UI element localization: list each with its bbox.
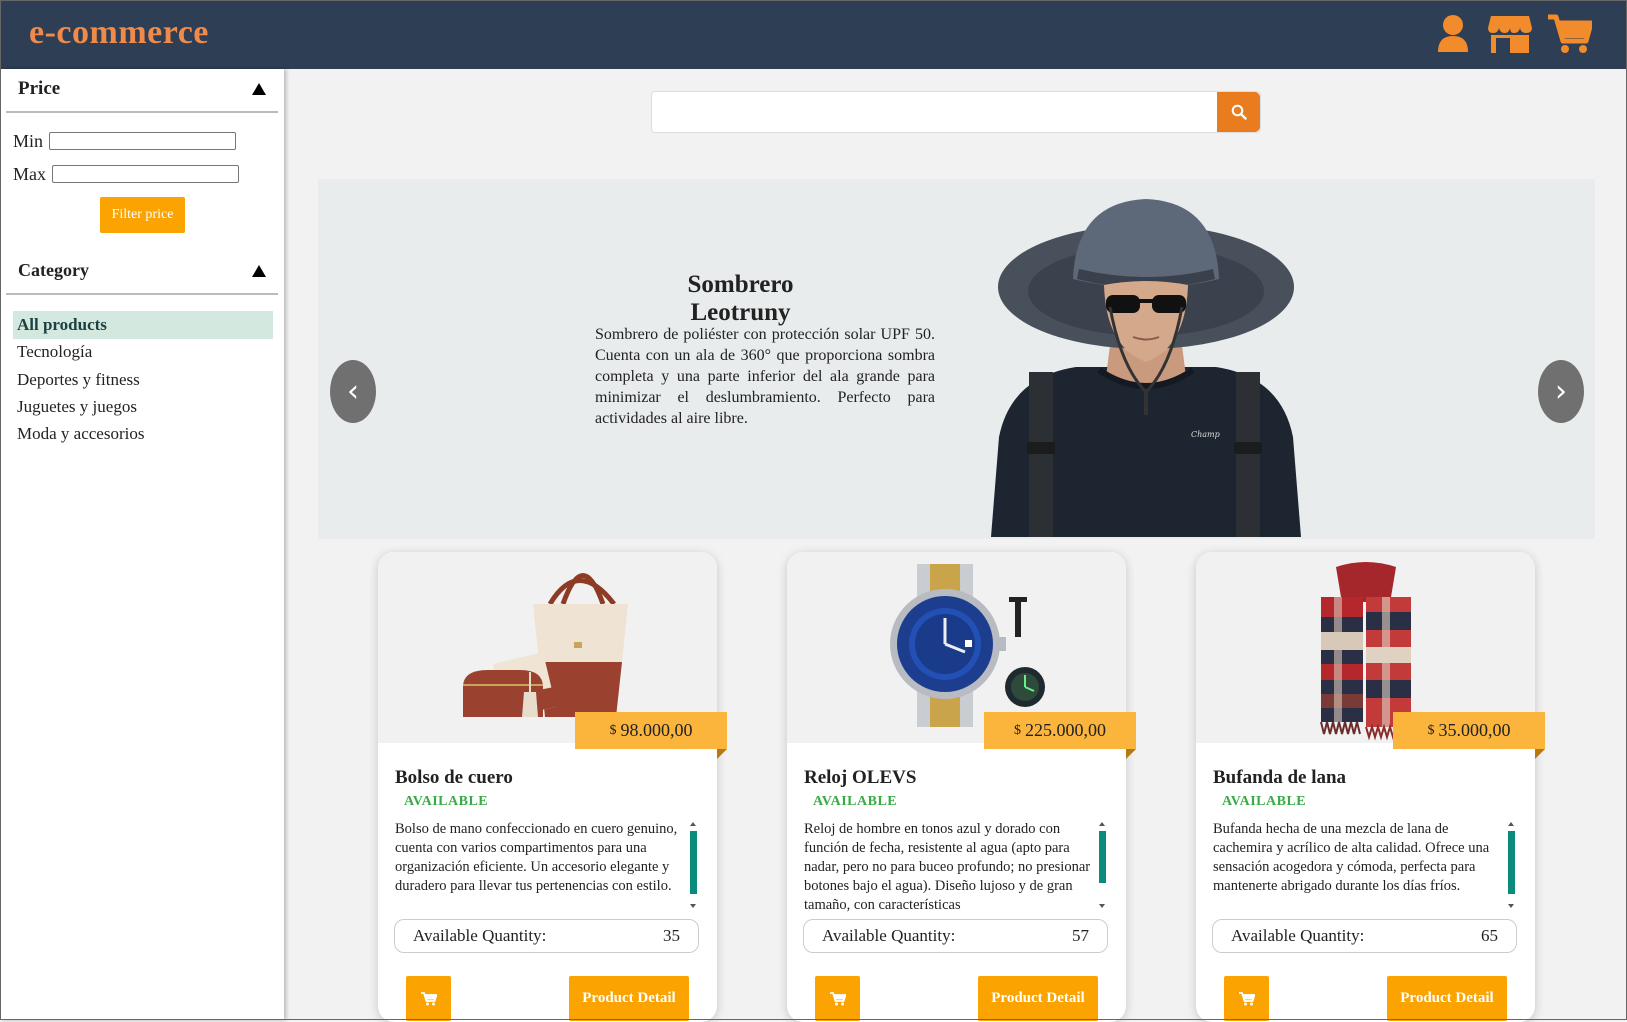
max-label: Max bbox=[13, 164, 46, 184]
category-item-tecnologia[interactable]: Tecnología bbox=[13, 338, 273, 366]
currency-symbol: $ bbox=[1014, 722, 1021, 738]
carousel-prev-button[interactable]: ‹ bbox=[330, 360, 376, 423]
user-icon[interactable] bbox=[1436, 14, 1470, 54]
product-card: $ 98.000,00 Bolso de cuero AVAILABLE Bol… bbox=[378, 552, 727, 1022]
price-value: 98.000,00 bbox=[620, 720, 693, 740]
product-card: $ 35.000,00 Bufanda de lana AVAILABLE Bu… bbox=[1196, 552, 1545, 1022]
cart-icon bbox=[829, 991, 846, 1005]
price-tag-fold bbox=[717, 749, 727, 759]
carousel-next-button[interactable]: › bbox=[1538, 360, 1584, 423]
carousel-description: Sombrero de poliéster con protección sol… bbox=[595, 326, 935, 427]
availability-badge: AVAILABLE bbox=[813, 794, 898, 809]
scroll-up-icon[interactable] bbox=[1508, 822, 1514, 826]
filter-price-button[interactable]: Filter price bbox=[100, 197, 185, 233]
price-value: 35.000,00 bbox=[1438, 720, 1511, 740]
description-scrollbar[interactable] bbox=[1098, 820, 1107, 912]
cart-icon[interactable] bbox=[1548, 14, 1592, 54]
scroll-thumb[interactable] bbox=[1099, 831, 1106, 883]
availability-badge: AVAILABLE bbox=[1222, 794, 1307, 809]
description-scrollbar[interactable] bbox=[689, 820, 698, 912]
chevron-left-icon: ‹ bbox=[347, 374, 359, 409]
scroll-down-icon[interactable] bbox=[1099, 904, 1105, 908]
product-description[interactable]: Bolso de mano confeccionado en cuero gen… bbox=[395, 820, 687, 912]
product-name: Bufanda de lana bbox=[1213, 767, 1347, 788]
quantity-box: Available Quantity: 57 bbox=[803, 919, 1108, 953]
scroll-up-icon[interactable] bbox=[690, 822, 696, 826]
quantity-value: 65 bbox=[1481, 926, 1498, 945]
category-heading: Category bbox=[18, 260, 89, 280]
add-to-cart-button[interactable] bbox=[815, 976, 860, 1021]
add-to-cart-button[interactable] bbox=[1224, 976, 1269, 1021]
collapse-category-icon[interactable] bbox=[252, 265, 266, 277]
quantity-value: 57 bbox=[1072, 926, 1089, 945]
product-description[interactable]: Bufanda hecha de una mezcla de lana de c… bbox=[1213, 820, 1505, 912]
category-item-all-products[interactable]: All products bbox=[13, 311, 273, 339]
quantity-box: Available Quantity: 65 bbox=[1212, 919, 1517, 953]
currency-symbol: $ bbox=[609, 722, 617, 738]
price-heading: Price bbox=[18, 78, 61, 99]
top-navbar: e-commerce bbox=[0, 0, 1627, 69]
cart-icon bbox=[1238, 991, 1255, 1005]
product-description[interactable]: Reloj de hombre en tonos azul y dorado c… bbox=[804, 820, 1096, 912]
category-item-moda[interactable]: Moda y accesorios bbox=[13, 420, 273, 448]
hat-product-image: Champ bbox=[991, 199, 1301, 537]
availability-badge: AVAILABLE bbox=[404, 794, 489, 809]
product-card: $ 225.000,00 Reloj OLEVS AVAILABLE Reloj… bbox=[787, 552, 1136, 1022]
quantity-value: 35 bbox=[663, 926, 680, 945]
currency-symbol: $ bbox=[1427, 722, 1435, 738]
price-value: 225.000,00 bbox=[1025, 720, 1106, 740]
add-to-cart-button[interactable] bbox=[406, 976, 451, 1021]
category-item-juguetes[interactable]: Juguetes y juegos bbox=[13, 393, 273, 421]
scroll-thumb[interactable] bbox=[1508, 831, 1515, 894]
cart-icon bbox=[420, 991, 437, 1005]
collapse-price-icon[interactable] bbox=[252, 83, 266, 95]
svg-text:Champ: Champ bbox=[1191, 430, 1220, 439]
quantity-label: Available Quantity: bbox=[822, 926, 956, 945]
price-tag-fold bbox=[1535, 749, 1545, 759]
product-detail-button[interactable]: Product Detail bbox=[569, 976, 689, 1021]
divider bbox=[6, 293, 278, 295]
price-tag: $ 98.000,00 bbox=[575, 712, 727, 749]
brand-logo[interactable]: e-commerce bbox=[29, 14, 209, 52]
featured-carousel: Sombrero Leotruny Sombrero de poliéster … bbox=[318, 179, 1595, 539]
scroll-down-icon[interactable] bbox=[690, 904, 696, 908]
description-scrollbar[interactable] bbox=[1507, 820, 1516, 912]
quantity-label: Available Quantity: bbox=[413, 926, 547, 945]
quantity-label: Available Quantity: bbox=[1231, 926, 1365, 945]
search-input[interactable] bbox=[651, 91, 1261, 133]
product-name: Bolso de cuero bbox=[395, 767, 513, 788]
scroll-down-icon[interactable] bbox=[1508, 904, 1514, 908]
search-button[interactable] bbox=[1217, 92, 1260, 132]
scroll-thumb[interactable] bbox=[690, 831, 697, 894]
product-detail-button[interactable]: Product Detail bbox=[978, 976, 1098, 1021]
quantity-box: Available Quantity: 35 bbox=[394, 919, 699, 953]
search-icon bbox=[1231, 104, 1247, 120]
min-label: Min bbox=[13, 131, 44, 151]
store-icon[interactable] bbox=[1487, 14, 1533, 54]
divider bbox=[6, 111, 278, 113]
product-detail-button[interactable]: Product Detail bbox=[1387, 976, 1507, 1021]
price-tag-fold bbox=[1126, 749, 1136, 759]
chevron-right-icon: › bbox=[1555, 374, 1567, 409]
min-price-input[interactable] bbox=[49, 132, 236, 150]
carousel-title: Sombrero Leotruny bbox=[687, 271, 794, 326]
product-name: Reloj OLEVS bbox=[804, 767, 917, 788]
price-tag: $ 35.000,00 bbox=[1393, 712, 1545, 749]
scroll-up-icon[interactable] bbox=[1099, 822, 1105, 826]
max-price-input[interactable] bbox=[52, 165, 239, 183]
price-tag: $ 225.000,00 bbox=[984, 712, 1136, 749]
filter-sidebar: Price Min Max Filter price Category All … bbox=[0, 69, 284, 1020]
category-item-deportes[interactable]: Deportes y fitness bbox=[13, 366, 273, 394]
